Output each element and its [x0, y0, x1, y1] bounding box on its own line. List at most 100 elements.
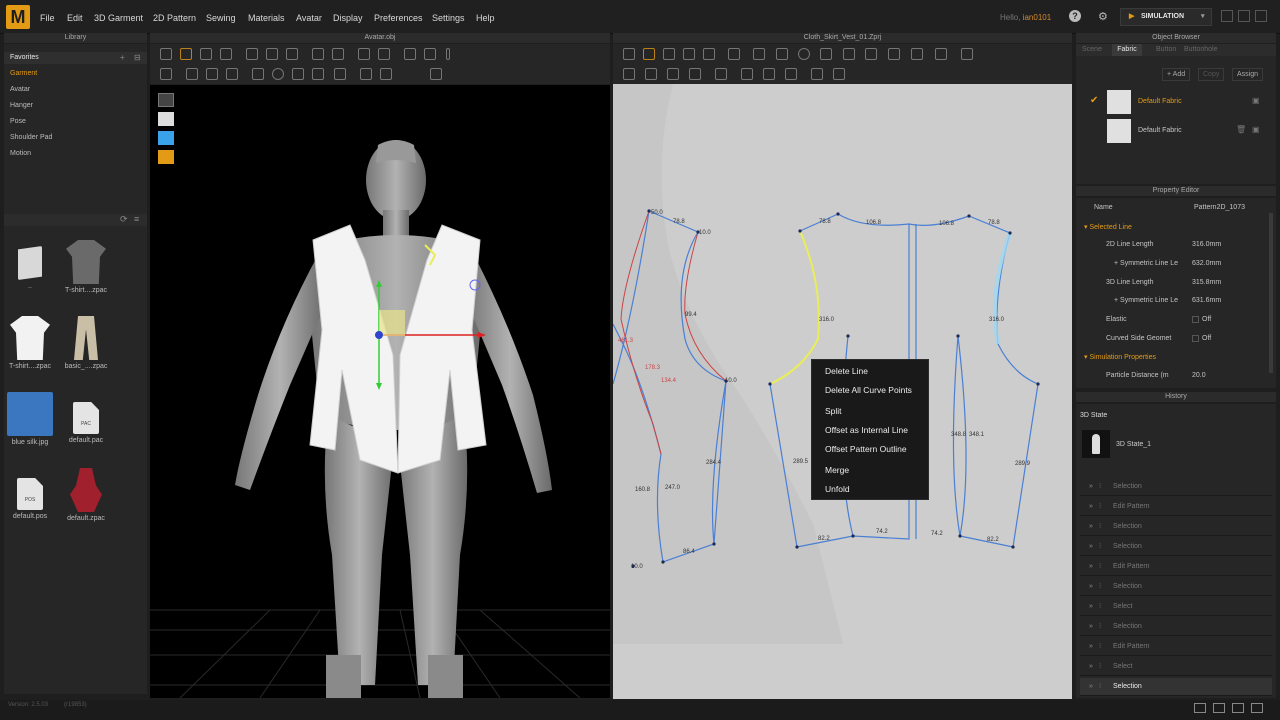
history-item[interactable]: » ⁝ Select — [1080, 598, 1272, 616]
zoom-fit-icon[interactable] — [811, 68, 823, 80]
fabric-options-icon[interactable]: ▣ — [1252, 125, 1260, 134]
tab-scene[interactable]: Scene — [1082, 46, 1102, 53]
fold-tool-icon[interactable] — [220, 48, 232, 60]
view-skin-icon[interactable] — [158, 150, 174, 164]
mode-selector[interactable]: ▶ SIMULATION ▾ — [1120, 8, 1212, 26]
tab-fabric[interactable]: Fabric — [1112, 44, 1142, 56]
history-state-item[interactable]: 3D State_1 — [1116, 441, 1151, 448]
minimize-button[interactable] — [1221, 10, 1233, 22]
history-item-active[interactable]: » ⁝ Selection — [1080, 678, 1272, 696]
select-mesh-icon[interactable] — [200, 48, 212, 60]
settings-icon[interactable]: ⚙ — [1098, 10, 1108, 23]
menu-help[interactable]: Help — [476, 13, 495, 23]
grading-icon[interactable] — [785, 68, 797, 80]
elastic-checkbox[interactable] — [1192, 316, 1199, 323]
add-fabric-button[interactable]: + Add — [1162, 68, 1191, 81]
expand-icon[interactable] — [430, 68, 442, 80]
layout-single-icon[interactable] — [1194, 703, 1206, 713]
copy-fabric-button[interactable]: Copy — [1198, 68, 1225, 81]
fabric-list-item[interactable]: Default Fabric 🗑 ▣ — [1076, 118, 1276, 146]
maximize-button[interactable] — [1238, 10, 1250, 22]
library-category-garment[interactable]: Garment — [10, 70, 37, 77]
sphere-icon[interactable] — [272, 68, 284, 80]
library-file-pants[interactable]: basic_....zpac — [60, 316, 112, 370]
library-category-pose[interactable]: Pose — [10, 118, 26, 125]
avatar-pose-icon[interactable] — [160, 68, 172, 80]
library-file-default-zpac[interactable]: default.zpac — [60, 468, 112, 522]
pin-2d-icon[interactable] — [623, 68, 635, 80]
point-tool-icon[interactable] — [252, 68, 264, 80]
layout-split-icon[interactable] — [1213, 703, 1225, 713]
surface-icon[interactable] — [312, 68, 324, 80]
library-category-shoulder-pad[interactable]: Shoulder Pad — [10, 134, 52, 141]
fold-arrange-icon[interactable] — [911, 48, 923, 60]
refresh-icon[interactable]: ⟳ — [120, 214, 128, 225]
tack-tool-icon[interactable] — [312, 48, 324, 60]
curved-side-checkbox[interactable] — [1192, 335, 1199, 342]
favorites-row[interactable]: Favorites + ⊟ — [4, 52, 147, 64]
circle-icon[interactable] — [798, 48, 810, 60]
lock-icon[interactable] — [741, 68, 753, 80]
edit-curve-icon[interactable] — [663, 48, 675, 60]
menu-item-merge[interactable]: Merge — [825, 465, 849, 475]
layer-icon[interactable] — [334, 68, 346, 80]
history-item[interactable]: » ⁝ Selection — [1080, 538, 1272, 556]
library-file-tshirt-dark[interactable]: T-shirt....zpac — [60, 240, 112, 294]
brush-tool-icon[interactable] — [424, 48, 436, 60]
history-item[interactable]: » ⁝ Selection — [1080, 578, 1272, 596]
dart-icon[interactable] — [820, 48, 832, 60]
mesh-icon[interactable] — [763, 68, 775, 80]
prop-value[interactable]: 632.0mm — [1192, 260, 1221, 267]
add-point-icon[interactable] — [683, 48, 695, 60]
x-ray-icon[interactable] — [226, 68, 238, 80]
menu-file[interactable]: File — [40, 13, 55, 23]
view-fabric-icon[interactable] — [158, 131, 174, 145]
menu-edit[interactable]: Edit — [67, 13, 83, 23]
view-avatar-icon[interactable] — [158, 112, 174, 126]
transform-tool-icon[interactable] — [180, 48, 192, 60]
library-category-hanger[interactable]: Hanger — [10, 102, 33, 109]
segment-sewing-icon[interactable] — [246, 48, 258, 60]
rectangle-icon[interactable] — [753, 48, 765, 60]
menu-display[interactable]: Display — [333, 13, 363, 23]
topstitch-icon[interactable] — [689, 68, 701, 80]
list-view-icon[interactable]: ≡ — [134, 214, 139, 224]
fabric-options-icon[interactable]: ▣ — [1252, 96, 1260, 105]
menu-item-offset-internal-line[interactable]: Offset as Internal Line — [825, 425, 908, 435]
3d-viewport[interactable] — [150, 85, 610, 698]
tab-button[interactable]: Button — [1156, 46, 1176, 53]
graphic-icon[interactable] — [888, 48, 900, 60]
user-name[interactable]: ian0101 — [1023, 13, 1051, 22]
library-category-motion[interactable]: Motion — [10, 150, 31, 157]
line-tool-icon[interactable] — [292, 68, 304, 80]
menu-avatar[interactable]: Avatar — [296, 13, 322, 23]
section-selected-line[interactable]: ▾ Selected Line — [1084, 223, 1132, 231]
menu-3d-garment[interactable]: 3D Garment — [94, 13, 143, 23]
zipper-tool-icon[interactable] — [404, 48, 416, 60]
buttonhole-icon[interactable] — [667, 68, 679, 80]
button-2d-icon[interactable] — [645, 68, 657, 80]
polygon-icon[interactable] — [728, 48, 740, 60]
simulation-settings-icon[interactable] — [360, 68, 372, 80]
library-file-default-pos[interactable]: POS default.pos — [4, 468, 56, 520]
history-item[interactable]: » ⁝ Edit Pattern — [1080, 558, 1272, 576]
menu-item-unfold[interactable]: Unfold — [825, 484, 850, 494]
prop-value[interactable]: 315.8mm — [1192, 279, 1221, 286]
texture-icon[interactable] — [865, 48, 877, 60]
menu-2d-pattern[interactable]: 2D Pattern — [153, 13, 196, 23]
fit-tool-icon[interactable] — [206, 68, 218, 80]
strap-tool-icon[interactable] — [332, 48, 344, 60]
menu-preferences[interactable]: Preferences — [374, 13, 423, 23]
remove-favorite-icon[interactable]: ⊟ — [134, 53, 141, 62]
history-item[interactable]: » ⁝ Selection — [1080, 618, 1272, 636]
trace-icon[interactable] — [843, 48, 855, 60]
fabric-list-item[interactable]: ✔ Default Fabric ▣ — [1076, 89, 1276, 117]
piping-icon[interactable] — [715, 68, 727, 80]
assign-fabric-button[interactable]: Assign — [1232, 68, 1264, 81]
menu-item-delete-all-curve-points[interactable]: Delete All Curve Points — [825, 385, 912, 395]
free-sewing-icon[interactable] — [266, 48, 278, 60]
prop-value[interactable]: 316.0mm — [1192, 241, 1221, 248]
internal-polygon-icon[interactable] — [776, 48, 788, 60]
select-tool-icon[interactable] — [160, 48, 172, 60]
library-file-blue-silk[interactable]: blue silk.jpg — [4, 392, 56, 446]
